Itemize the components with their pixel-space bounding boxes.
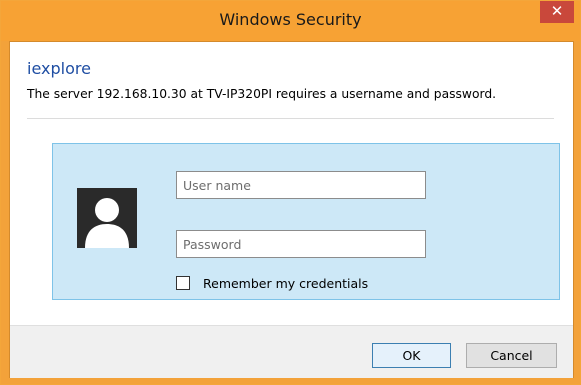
windows-security-dialog: Windows Security ✕ iexplore The server 1… xyxy=(0,0,581,385)
user-silhouette-svg xyxy=(77,188,137,248)
title-bar[interactable]: Windows Security ✕ xyxy=(1,1,580,41)
app-name: iexplore xyxy=(27,59,91,78)
close-icon: ✕ xyxy=(550,2,564,20)
remember-label: Remember my credentials xyxy=(203,275,369,291)
remember-credentials-option[interactable]: Remember my credentials xyxy=(176,275,368,291)
remember-checkbox[interactable] xyxy=(176,276,190,290)
username-input[interactable] xyxy=(176,171,426,199)
ok-button[interactable]: OK xyxy=(372,343,451,368)
separator xyxy=(27,118,554,119)
user-silhouette-icon xyxy=(77,188,137,248)
button-bar: OK Cancel xyxy=(10,325,573,378)
window-title: Windows Security xyxy=(219,10,362,29)
cancel-button[interactable]: Cancel xyxy=(466,343,557,368)
server-message: The server 192.168.10.30 at TV-IP320PI r… xyxy=(27,87,497,101)
dialog-body: iexplore The server 192.168.10.30 at TV-… xyxy=(9,41,574,378)
credential-tile: Remember my credentials xyxy=(52,143,560,300)
password-input[interactable] xyxy=(176,230,426,258)
close-button[interactable]: ✕ xyxy=(540,1,574,23)
